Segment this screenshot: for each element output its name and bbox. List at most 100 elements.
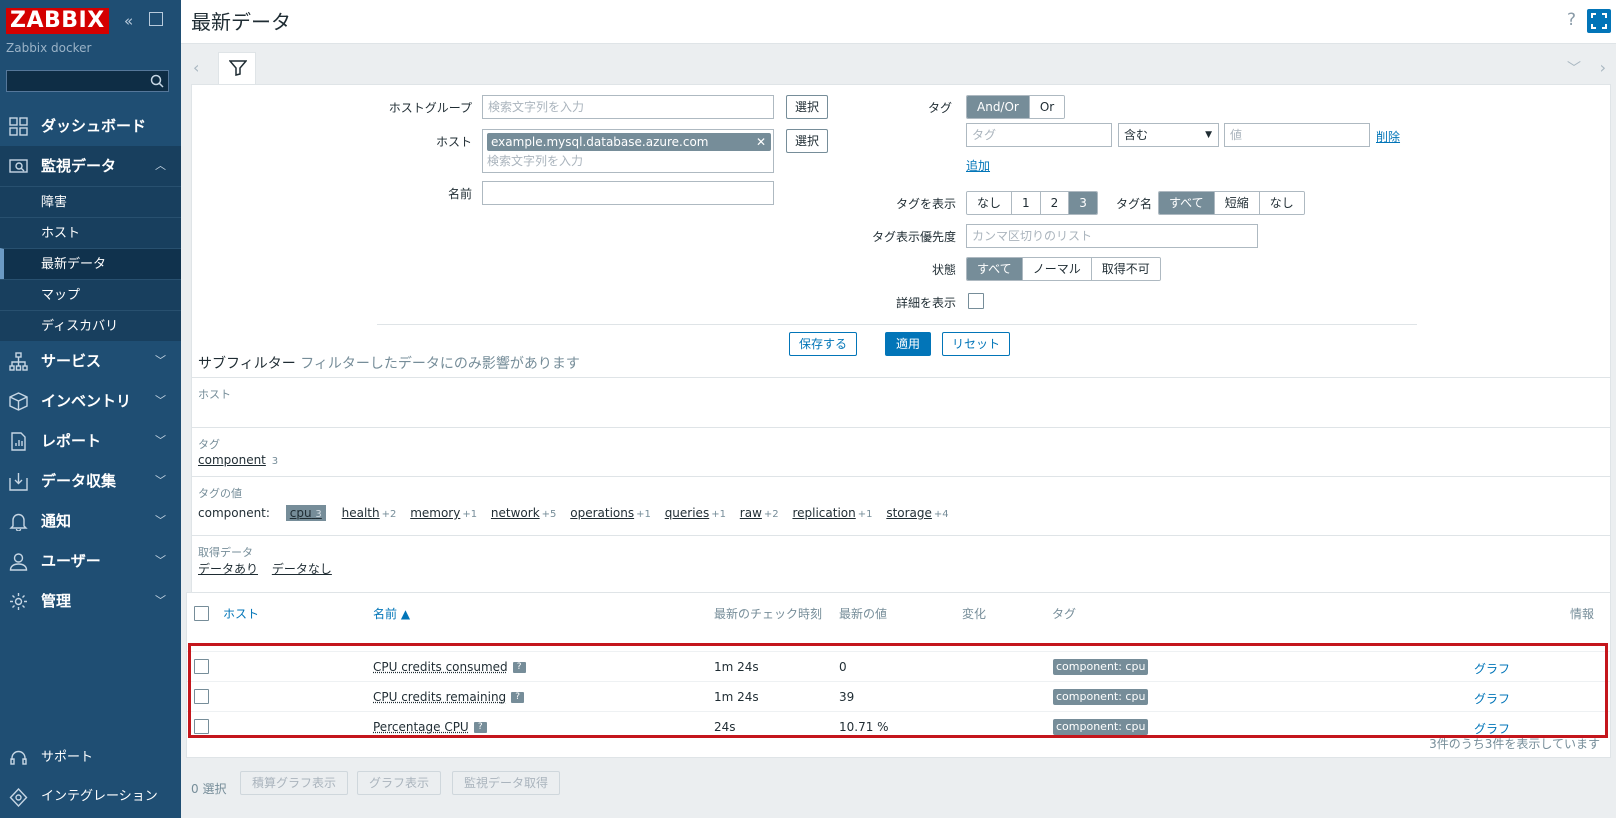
host-input[interactable]: example.mysql.database.azure.com ✕ 検索文字列… (482, 129, 774, 173)
show-tags-label: タグを表示 (895, 197, 956, 211)
tag-priority-input[interactable]: カンマ区切りのリスト (966, 224, 1258, 248)
main-menu: ダッシュボード 監視データ ︿ 障害 ホスト 最新データ マップ ディスカバリ … (0, 106, 181, 621)
tag-name-short[interactable]: 短縮 (1214, 192, 1260, 214)
tag-name-label: タグ名 (1115, 197, 1152, 211)
submenu-item-discovery[interactable]: ディスカバリ (0, 310, 181, 341)
tag-value-health[interactable]: health (342, 506, 380, 520)
chevron-down-icon[interactable]: ﹀ (1567, 58, 1581, 78)
search-icon[interactable] (150, 74, 164, 88)
tag-value-queries[interactable]: queries (665, 506, 710, 520)
tag-value-memory[interactable]: memory (410, 506, 460, 520)
close-icon[interactable]: ✕ (756, 133, 766, 151)
tag-value-count: +4 (933, 509, 949, 520)
tag-value-replication[interactable]: replication (792, 506, 855, 520)
host-group-input[interactable]: 検索文字列を入力 (482, 95, 774, 119)
monitoring-submenu: 障害 ホスト 最新データ マップ ディスカバリ (0, 186, 181, 341)
tag-value-storage[interactable]: storage (886, 506, 932, 520)
tag-value-label: cpu (289, 506, 312, 520)
menu-item-alerts[interactable]: 通知 ﹀ (0, 501, 181, 541)
submenu-item-maps[interactable]: マップ (0, 279, 181, 310)
tag-value-cpu[interactable]: cpu 3 (285, 505, 326, 521)
tag-value-network[interactable]: network (491, 506, 540, 520)
menu-item-dashboard[interactable]: ダッシュボード (0, 106, 181, 146)
subfilter-without-data[interactable]: データなし (272, 562, 332, 576)
tag-name-none[interactable]: なし (1259, 192, 1304, 214)
show-tags-toggle[interactable]: なし 1 2 3 (966, 191, 1098, 215)
submenu-item-problems[interactable]: 障害 (0, 186, 181, 217)
tag-value-count: +2 (381, 509, 397, 520)
subfilter-tag-count: 3 (271, 456, 279, 467)
zabbix-logo[interactable]: ZABBIX (6, 8, 109, 34)
menu-item-integrations[interactable]: インテグレーション (0, 779, 181, 815)
menu-item-administration[interactable]: 管理 ﹀ (0, 581, 181, 621)
menu-item-label: 監視データ (41, 157, 117, 175)
server-name: Zabbix docker (6, 41, 92, 55)
tag-label: タグ (927, 101, 952, 115)
host-group-select-button[interactable]: 選択 (786, 95, 829, 119)
save-as-button[interactable]: 保存する (789, 332, 858, 356)
menu-item-label: サポート (41, 750, 94, 765)
tag-condition-select[interactable]: 含む ▼ (1118, 123, 1219, 147)
host-chip-label: example.mysql.database.azure.com (491, 135, 709, 149)
show-tags-3[interactable]: 3 (1069, 192, 1097, 214)
chevron-down-icon: ﹀ (155, 394, 166, 407)
tag-value-input[interactable]: 値 (1224, 123, 1370, 147)
sidebar-search-input[interactable] (6, 70, 169, 92)
show-tags-2[interactable]: 2 (1040, 192, 1070, 214)
submenu-item-latest-data[interactable]: 最新データ (0, 248, 181, 279)
tab-filter[interactable] (218, 52, 256, 85)
subfilter-header: サブフィルター フィルターしたデータにのみ影響があります (198, 353, 580, 373)
host-label: ホスト (435, 135, 472, 149)
help-icon[interactable]: ? (1567, 10, 1576, 30)
kiosk-mode-icon[interactable] (149, 12, 163, 26)
tag-name-toggle[interactable]: すべて 短縮 なし (1158, 191, 1305, 215)
subfilter-subtitle: フィルターしたデータにのみ影響があります (300, 356, 580, 372)
subfilter-title: サブフィルター (198, 356, 296, 372)
menu-item-users[interactable]: ユーザー ﹀ (0, 541, 181, 581)
graph-button[interactable]: グラフ表示 (357, 771, 442, 795)
select-all-checkbox[interactable] (194, 606, 209, 621)
tag-operator-or[interactable]: Or (1029, 96, 1065, 118)
tag-name-full[interactable]: すべて (1159, 192, 1215, 214)
host-select-button[interactable]: 選択 (786, 129, 829, 153)
state-not-supported[interactable]: 取得不可 (1091, 258, 1160, 280)
subfilter-with-data[interactable]: データあり (198, 562, 258, 576)
menu-item-reports[interactable]: レポート ﹀ (0, 421, 181, 461)
state-normal[interactable]: ノーマル (1022, 258, 1092, 280)
tag-operator-and-or[interactable]: And/Or (967, 96, 1030, 118)
menu-item-monitoring[interactable]: 監視データ ︿ (0, 146, 181, 186)
stacked-graph-button[interactable]: 積算グラフ表示 (240, 771, 349, 795)
tag-value-raw[interactable]: raw (740, 506, 762, 520)
submenu-item-hosts[interactable]: ホスト (0, 217, 181, 248)
show-tags-1[interactable]: 1 (1012, 192, 1041, 214)
subfilter-data-line: データあり データなし (198, 560, 334, 577)
menu-item-inventory[interactable]: インベントリ ﹀ (0, 381, 181, 421)
column-host[interactable]: ホスト (223, 605, 259, 622)
tag-operator-toggle[interactable]: And/Or Or (966, 95, 1066, 119)
menu-item-label: インテグレーション (41, 789, 158, 804)
apply-button[interactable]: 適用 (885, 332, 932, 356)
state-toggle[interactable]: すべて ノーマル 取得不可 (966, 257, 1161, 281)
state-all[interactable]: すべて (967, 258, 1023, 280)
remove-tag-link[interactable]: 削除 (1376, 128, 1400, 145)
add-tag-link[interactable]: 追加 (966, 157, 990, 174)
execute-now-button[interactable]: 監視データ取得 (452, 771, 561, 795)
tag-name-input[interactable]: タグ (966, 123, 1112, 147)
menu-item-data-collection[interactable]: データ収集 ﹀ (0, 461, 181, 501)
fullscreen-button[interactable] (1587, 9, 1611, 33)
selected-count: 0 選択 (191, 782, 227, 796)
chevron-right-icon[interactable]: › (1600, 58, 1606, 77)
show-tags-none[interactable]: なし (967, 192, 1013, 214)
menu-item-services[interactable]: サービス ﹀ (0, 341, 181, 381)
show-details-label: 詳細を表示 (895, 296, 956, 310)
tag-priority-label: タグ表示優先度 (871, 230, 956, 244)
menu-item-support[interactable]: サポート (0, 740, 181, 776)
chevron-left-icon[interactable]: ‹ (193, 58, 199, 77)
show-details-checkbox[interactable] (968, 293, 984, 309)
collapse-sidebar-icon[interactable]: « (124, 12, 133, 30)
reset-button[interactable]: リセット (942, 332, 1011, 356)
column-name[interactable]: 名前 ▲ (373, 605, 410, 622)
tag-value-operations[interactable]: operations (570, 506, 634, 520)
subfilter-tag-component[interactable]: component (198, 453, 266, 467)
name-input[interactable] (482, 181, 774, 205)
